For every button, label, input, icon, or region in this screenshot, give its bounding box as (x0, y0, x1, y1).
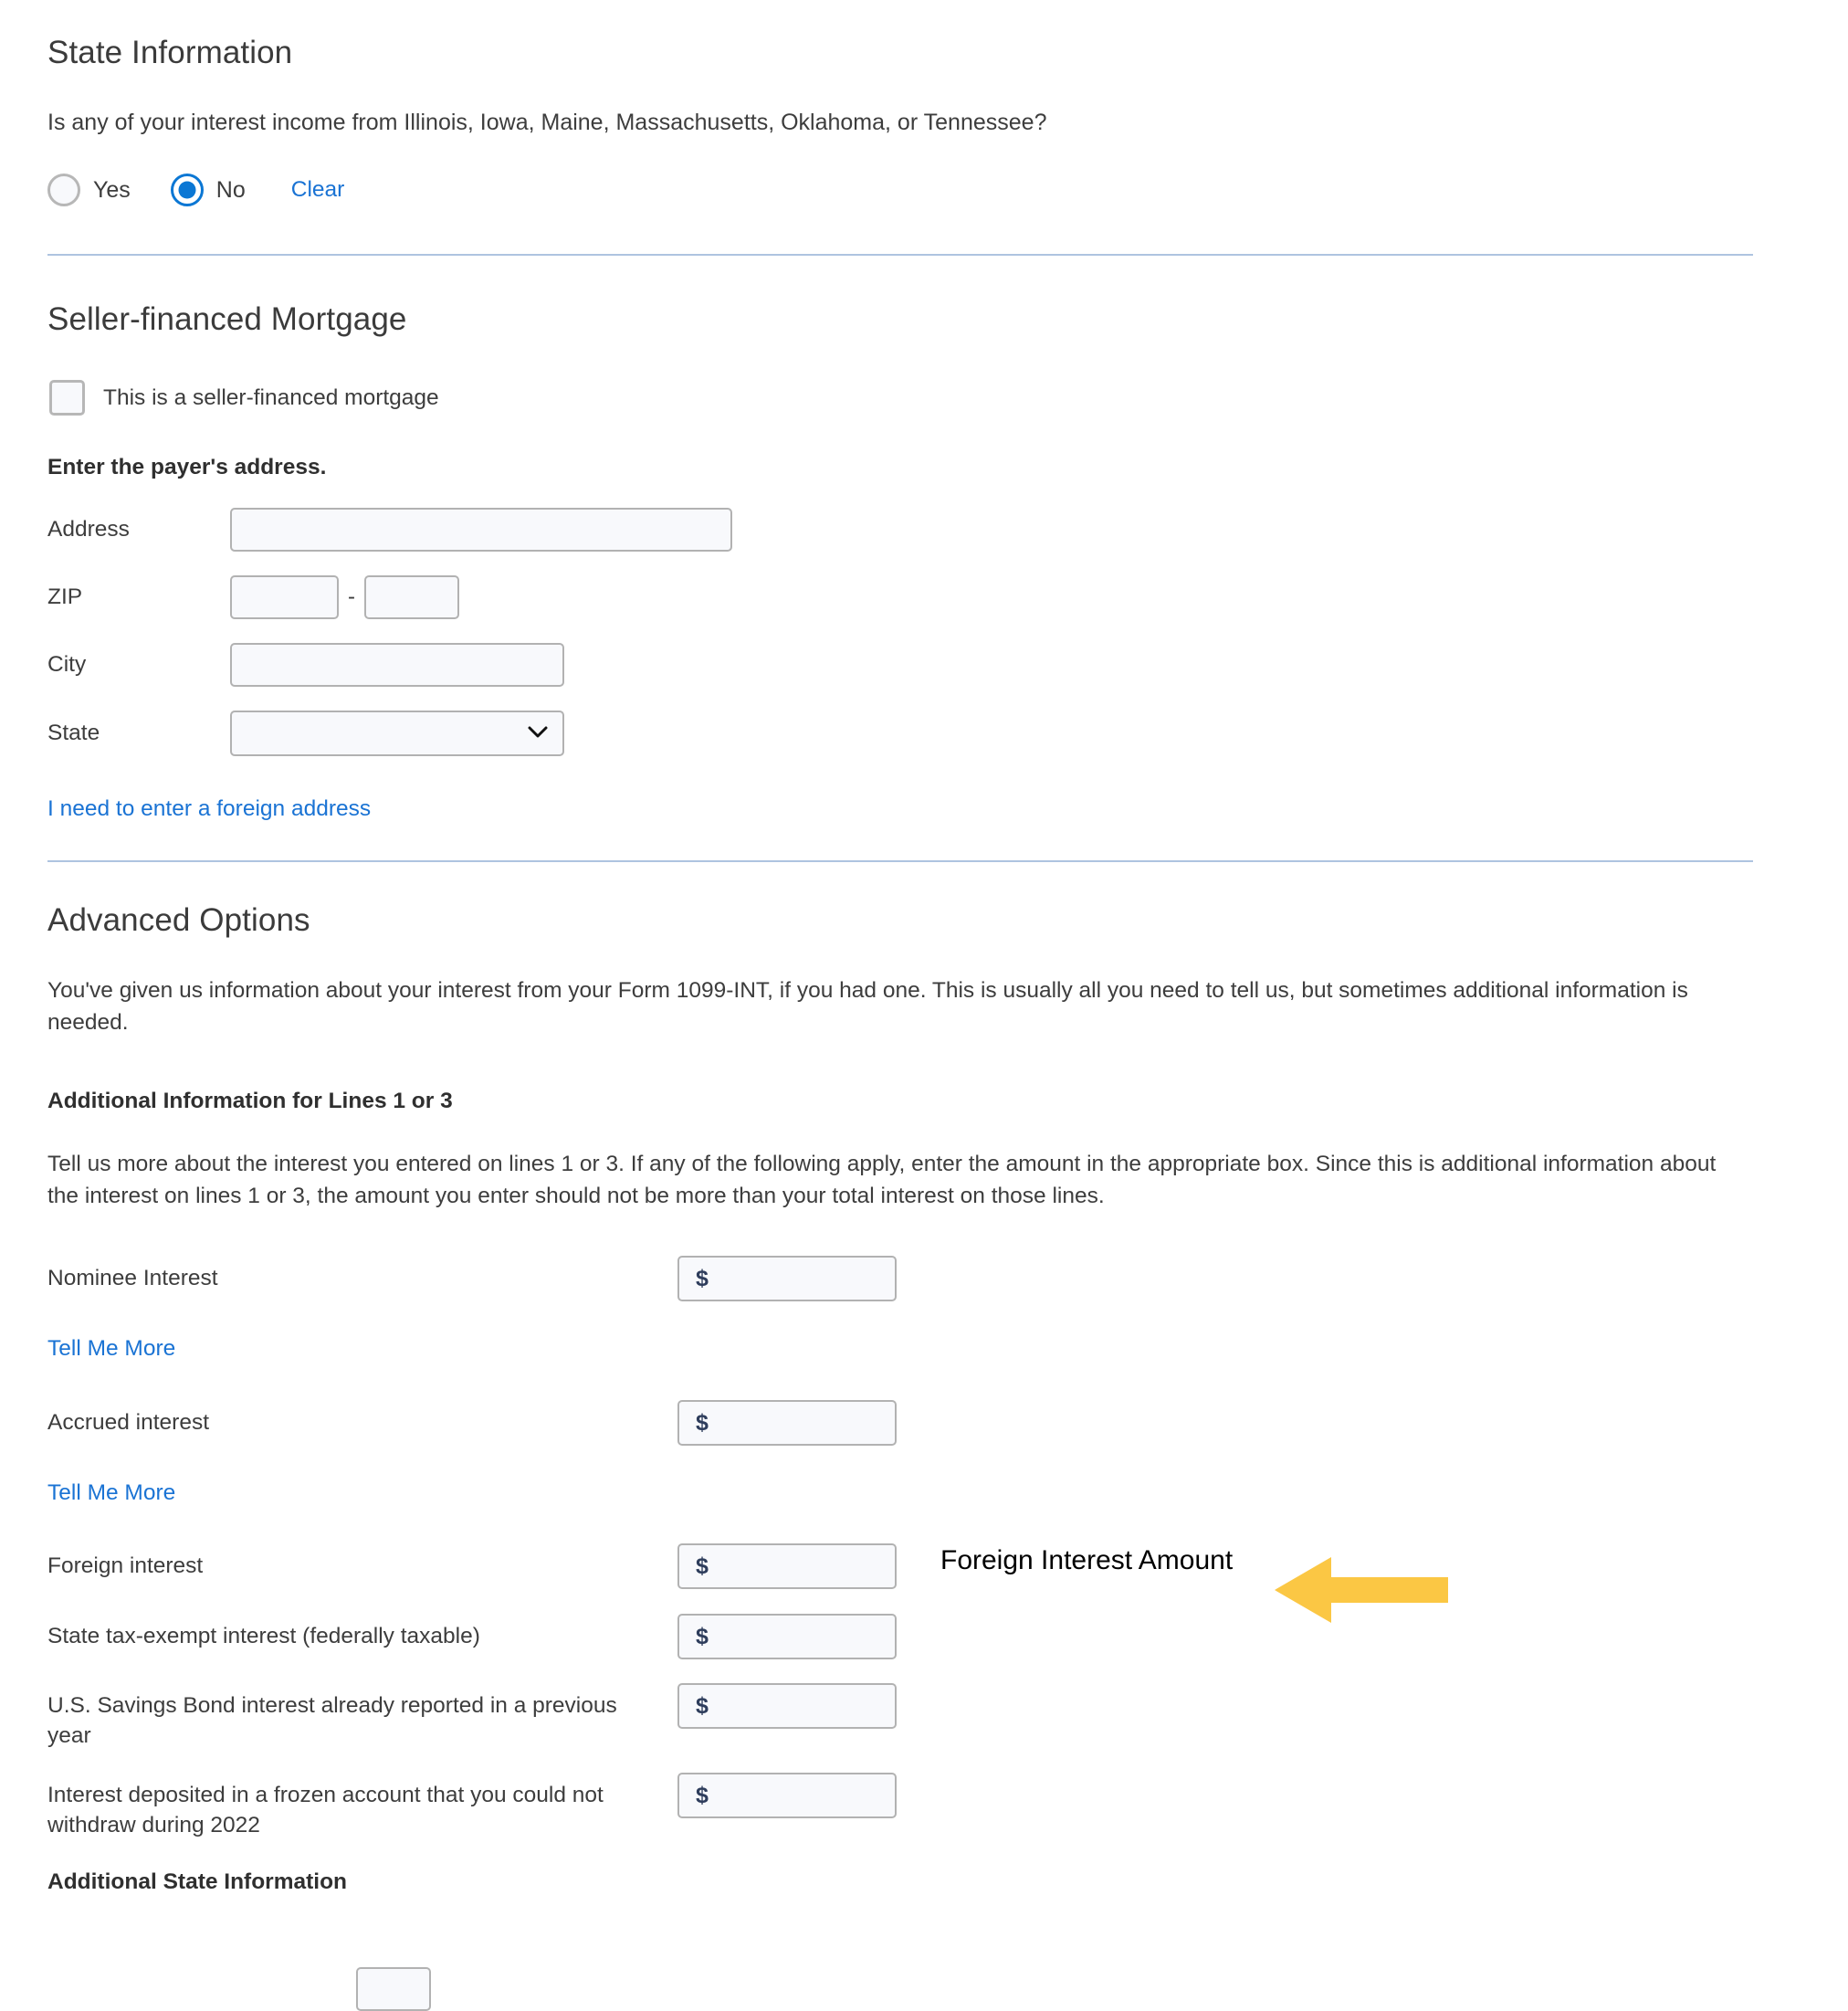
annotation-label-foreign-interest-amount: Foreign Interest Amount (940, 1545, 1233, 1576)
lines-heading-wrap: Additional Information for Lines 1 or 3 (47, 1089, 453, 1114)
state-question-text: Is any of your interest income from Illi… (47, 110, 1047, 135)
zip-label: ZIP (47, 584, 83, 610)
advanced-options-section: Advanced Options (47, 902, 310, 939)
savings-bond-interest-money-field[interactable]: $ (677, 1683, 897, 1729)
advanced-options-intro: You've given us information about your i… (47, 978, 1688, 1035)
nominee-interest-money-field[interactable]: $ (677, 1256, 897, 1301)
state-information-title: State Information (47, 35, 293, 70)
zip-separator: - (348, 584, 355, 609)
state-select-wrap[interactable] (230, 711, 564, 756)
radio-label-no: No (215, 176, 246, 203)
frozen-account-interest-label: Interest deposited in a frozen account t… (47, 1783, 604, 1838)
money-row-frozen-account-interest: Interest deposited in a frozen account t… (47, 1773, 897, 1840)
lines-description-wrap: Tell us more about the interest you ente… (47, 1149, 1732, 1213)
foreign-interest-input[interactable] (708, 1545, 895, 1587)
divider-after-state-information (47, 254, 1753, 256)
clear-selection-link[interactable]: Clear (291, 177, 345, 203)
interest-income-page: State Information Is any of your interes… (0, 0, 1848, 2011)
additional-information-lines-description: Tell us more about the interest you ente… (47, 1152, 1717, 1208)
state-interest-radio-group[interactable]: Yes No Clear (47, 174, 344, 206)
seller-financed-mortgage-section: Seller-financed Mortgage (47, 301, 406, 338)
seller-financed-mortgage-title: Seller-financed Mortgage (47, 301, 407, 337)
payer-address-instruction-wrap: Enter the payer's address. (47, 455, 326, 480)
radio-option-no[interactable]: No (170, 174, 246, 206)
advanced-options-title: Advanced Options (47, 902, 310, 938)
money-row-accrued-interest: Accrued interest $ (47, 1400, 897, 1457)
money-row-nominee-interest: Nominee Interest $ (47, 1256, 897, 1312)
city-field-row: City (47, 643, 732, 687)
seller-financed-mortgage-checkbox-row[interactable]: This is a seller-financed mortgage (49, 380, 439, 416)
city-label: City (47, 652, 87, 678)
additional-state-information-wrap: Additional State Information (47, 1869, 347, 1895)
seller-financed-mortgage-checkbox[interactable] (49, 380, 85, 416)
accrued-interest-label: Accrued interest (47, 1410, 210, 1435)
foreign-interest-label: Foreign interest (47, 1553, 204, 1578)
tell-me-more-link-nominee-interest[interactable]: Tell Me More (47, 1336, 175, 1362)
zip-second-input[interactable] (364, 575, 459, 619)
state-select[interactable] (230, 711, 564, 756)
radio-circle-yes[interactable] (47, 174, 80, 206)
frozen-account-interest-money-field[interactable]: $ (677, 1773, 897, 1818)
additional-state-information-heading: Additional State Information (47, 1869, 348, 1894)
currency-symbol-icon: $ (696, 1692, 709, 1719)
zip-first-input[interactable] (230, 575, 339, 619)
money-row-foreign-interest: Foreign interest $ (47, 1543, 897, 1600)
tell-me-more-link-accrued-interest[interactable]: Tell Me More (47, 1480, 175, 1506)
currency-symbol-icon: $ (696, 1409, 709, 1436)
accrued-interest-input[interactable] (708, 1402, 895, 1444)
savings-bond-interest-label: U.S. Savings Bond interest already repor… (47, 1693, 617, 1749)
savings-bond-interest-input[interactable] (708, 1685, 895, 1727)
currency-symbol-icon: $ (696, 1623, 709, 1649)
state-information-section: State Information (47, 35, 292, 71)
radio-option-yes[interactable]: Yes (47, 174, 131, 206)
additional-state-partial-input[interactable] (356, 1967, 431, 2011)
foreign-interest-money-field[interactable]: $ (677, 1543, 897, 1589)
address-label: Address (47, 517, 130, 542)
seller-financed-mortgage-checkbox-label: This is a seller-financed mortgage (103, 384, 439, 410)
state-tax-exempt-interest-label: State tax-exempt interest (federally tax… (47, 1624, 480, 1648)
zip-group: - (230, 575, 459, 619)
additional-information-lines-heading: Additional Information for Lines 1 or 3 (47, 1089, 453, 1113)
annotation-text: Foreign Interest Amount (940, 1545, 1234, 1575)
accrued-interest-money-field[interactable]: $ (677, 1400, 897, 1446)
radio-circle-no[interactable] (170, 174, 204, 206)
payer-address-instruction: Enter the payer's address. (47, 455, 327, 479)
advanced-options-intro-wrap: You've given us information about your i… (47, 975, 1732, 1039)
radio-label-yes: Yes (93, 176, 131, 203)
state-label: State (47, 721, 100, 746)
payer-address-form: Address ZIP - City State (47, 508, 732, 756)
money-row-savings-bond-interest: U.S. Savings Bond interest already repor… (47, 1683, 897, 1751)
currency-symbol-icon: $ (696, 1265, 709, 1291)
nominee-interest-input[interactable] (708, 1258, 895, 1300)
frozen-account-interest-input[interactable] (708, 1774, 895, 1816)
currency-symbol-icon: $ (696, 1782, 709, 1808)
money-row-state-tax-exempt-interest: State tax-exempt interest (federally tax… (47, 1614, 897, 1670)
address-input[interactable] (230, 508, 732, 552)
city-input[interactable] (230, 643, 564, 687)
state-field-row: State (47, 711, 732, 756)
annotation-arrow-left-icon (1275, 1554, 1448, 1630)
currency-symbol-icon: $ (696, 1553, 709, 1579)
zip-field-row: ZIP - (47, 575, 732, 619)
foreign-address-link[interactable]: I need to enter a foreign address (47, 796, 371, 822)
divider-after-seller-financed-mortgage (47, 860, 1753, 862)
state-information-question: Is any of your interest income from Illi… (47, 110, 1046, 136)
nominee-interest-label: Nominee Interest (47, 1266, 218, 1290)
address-field-row: Address (47, 508, 732, 552)
state-tax-exempt-interest-money-field[interactable]: $ (677, 1614, 897, 1659)
state-tax-exempt-interest-input[interactable] (708, 1616, 895, 1658)
